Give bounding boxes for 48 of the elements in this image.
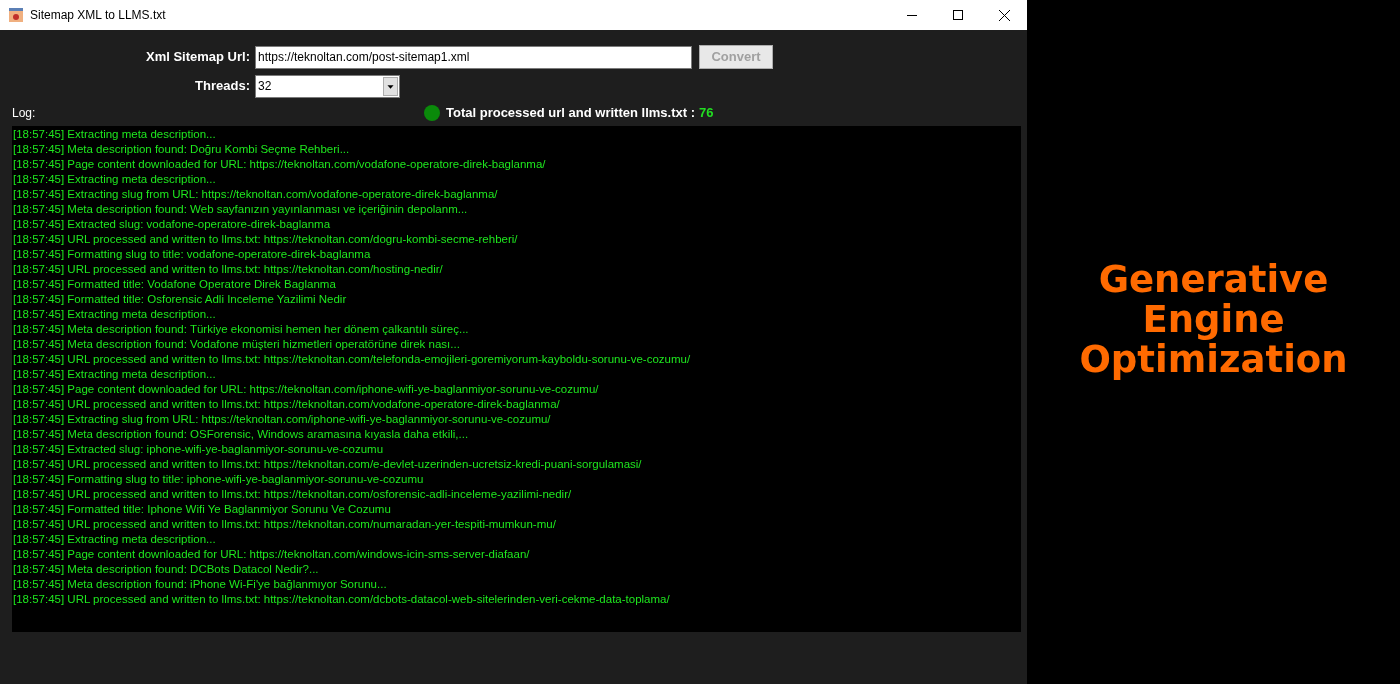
log-line: [18:57:45] Meta description found: Türkiye ekonomisi hemen her dönem çalkantılı süreç... xyxy=(13,322,469,337)
threads-dropdown[interactable]: 32 xyxy=(255,74,400,98)
log-line: [18:57:45] URL processed and written to llms.txt: https://teknoltan.com/osforensic-adli-inceleme-yazilimi-nedir/ xyxy=(13,487,572,502)
log-line: [18:57:45] Extracting meta description... xyxy=(13,172,216,187)
log-line: [18:57:45] Formatted title: Osforensic Adli Inceleme Yazilimi Nedir xyxy=(13,292,347,307)
window-title: Sitemap XML to LLMS.txt xyxy=(30,7,166,24)
close-icon xyxy=(998,9,1010,21)
log-line: [18:57:45] URL processed and written to llms.txt: https://teknoltan.com/dogru-kombi-secme-rehberi/ xyxy=(13,232,518,247)
log-line: [18:57:45] URL processed and written to llms.txt: https://teknoltan.com/numaradan-yer-tespiti-mumkun-mu/ xyxy=(13,517,556,532)
log-line: [18:57:45] URL processed and written to llms.txt: https://teknoltan.com/hosting-nedir/ xyxy=(13,262,443,277)
log-line: [18:57:45] Extracting meta description... xyxy=(13,307,216,322)
log-line: [18:57:45] Extracting slug from URL: https://teknoltan.com/vodafone-operatore-direk-baglanma/ xyxy=(13,187,498,202)
log-line: [18:57:45] Formatted title: Vodafone Operatore Direk Baglanma xyxy=(13,277,336,292)
log-line: [18:57:45] Meta description found: OSForensic, Windows aramasına kıyasla daha etkili,... xyxy=(13,427,469,442)
log-line: [18:57:45] Page content downloaded for URL: https://teknoltan.com/windows-icin-sms-server-diafaan/ xyxy=(13,547,530,562)
minimize-icon xyxy=(907,14,917,16)
log-label: Log: xyxy=(12,105,37,122)
log-line: [18:57:45] URL processed and written to llms.txt: https://teknoltan.com/dcbots-datacol-web-sitelerinden-veri-cekme-data-toplama/ xyxy=(13,592,670,607)
log-line: [18:57:45] Meta description found: Web sayfanızın yayınlanması ve içeriğinin depolanm... xyxy=(13,202,468,217)
log-line: [18:57:45] Meta description found: iPhone Wi-Fi'ye bağlanmıyor Sorunu... xyxy=(13,577,387,592)
app-icon xyxy=(8,7,24,23)
url-input[interactable]: https://teknoltan.com/post-sitemap1.xml xyxy=(255,45,692,69)
promo-heading: Generative xyxy=(1098,260,1329,300)
promo-heading: Optimization xyxy=(1079,340,1348,380)
log-line: [18:57:45] Extracting meta description... xyxy=(13,127,216,142)
log-line: [18:57:45] URL processed and written to llms.txt: https://teknoltan.com/vodafone-operatore-direk-baglanma/ xyxy=(13,397,560,412)
url-label: Xml Sitemap Url: xyxy=(144,48,251,67)
dropdown-caret-icon xyxy=(383,76,398,96)
log-line: [18:57:45] Meta description found: DCBots Datacol Nedir?... xyxy=(13,562,319,577)
status-label: Total processed url and written llms.txt : xyxy=(446,104,695,123)
log-line: [18:57:45] Formatted title: Iphone Wifi Ye Baglanmiyor Sorunu Ve Cozumu xyxy=(13,502,391,517)
log-line: [18:57:45] Extracted slug: vodafone-operatore-direk-baglanma xyxy=(13,217,331,232)
log-line: [18:57:45] Formatting slug to title: vodafone-operatore-direk-baglanma xyxy=(13,247,371,262)
log-line: [18:57:45] Extracting meta description... xyxy=(13,367,216,382)
log-line: [18:57:45] URL processed and written to llms.txt: https://teknoltan.com/telefonda-emojileri-goremiyorum-kayboldu-sorunu-ve-cozumu/ xyxy=(13,352,691,367)
promo-heading: Engine xyxy=(1142,300,1285,340)
log-line: [18:57:45] URL processed and written to llms.txt: https://teknoltan.com/e-devlet-uzerinden-ucretsiz-kredi-puani-sorgulamasi/ xyxy=(13,457,642,472)
threads-label: Threads: xyxy=(194,77,251,96)
maximize-icon xyxy=(953,10,963,20)
log-line: [18:57:45] Extracted slug: iphone-wifi-ye-baglanmiyor-sorunu-ve-cozumu xyxy=(13,442,384,457)
log-line: [18:57:45] Formatting slug to title: iphone-wifi-ye-baglanmiyor-sorunu-ve-cozumu xyxy=(13,472,424,487)
log-line: [18:57:45] Meta description found: Vodafone müşteri hizmetleri operatörüne direk nası... xyxy=(13,337,460,352)
status-count: 76 xyxy=(698,104,714,123)
log-line: [18:57:45] Extracting slug from URL: https://teknoltan.com/iphone-wifi-ye-baglanmiyor-sorunu-ve-cozumu/ xyxy=(13,412,551,427)
log-line: [18:57:45] Page content downloaded for URL: https://teknoltan.com/iphone-wifi-ye-baglanmiyor-sorunu-ve-cozumu/ xyxy=(13,382,599,397)
log-line: [18:57:45] Extracting meta description... xyxy=(13,532,216,547)
log-line: [18:57:45] Page content downloaded for URL: https://teknoltan.com/vodafone-operatore-direk-baglanma/ xyxy=(13,157,546,172)
log-line: [18:57:45] Meta description found: Doğru Kombi Seçme Rehberi... xyxy=(13,142,350,157)
